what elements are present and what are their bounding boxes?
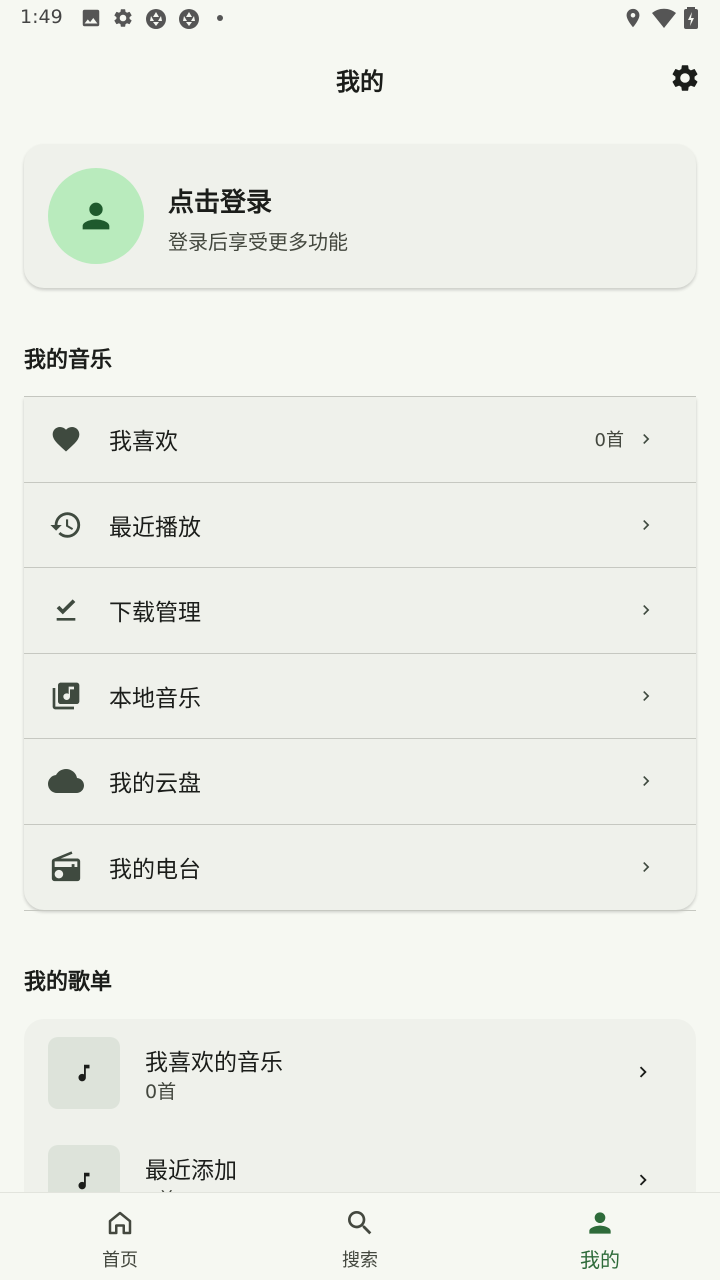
music-note-icon (78, 1064, 90, 1082)
page-title: 我的 (336, 68, 384, 96)
login-title: 点击登录 (168, 188, 273, 218)
battery-icon (684, 7, 698, 29)
home-icon (100, 1207, 140, 1239)
history-icon (48, 507, 84, 543)
status-time: 1:49 (20, 6, 63, 28)
more-notifications-dot-icon (217, 15, 223, 21)
location-icon (626, 8, 640, 28)
menu-item-recent[interactable]: 最近播放 (24, 483, 696, 568)
menu-item-downloads[interactable]: 下载管理 (24, 568, 696, 654)
my-playlists-title: 我的歌单 (24, 970, 113, 995)
playlist-count: 0首 (145, 1081, 177, 1103)
chevron-right-icon (643, 690, 650, 701)
settings-button[interactable] (668, 61, 702, 95)
image-notification-icon (82, 9, 100, 27)
menu-item-label: 我喜欢 (109, 429, 178, 456)
person-icon (580, 1207, 620, 1239)
menu-item-label: 最近播放 (109, 514, 201, 541)
menu-item-label: 我的电台 (109, 857, 201, 884)
login-card[interactable]: 点击登录 登录后享受更多功能 (24, 144, 696, 288)
menu-item-label: 我的云盘 (109, 771, 201, 798)
profile-screen: 1:49 我的 点击登录 登录后享受更多功能 我的音乐 我喜欢 0首 最近播放 … (0, 0, 720, 1280)
favorites-count: 0首 (594, 430, 624, 452)
download-done-icon (48, 592, 84, 628)
nav-label: 我的 (580, 1248, 620, 1272)
chevron-right-icon (643, 605, 650, 616)
menu-item-label: 下载管理 (109, 600, 201, 627)
heart-icon (48, 421, 84, 457)
library-music-icon (48, 678, 84, 714)
login-subtitle: 登录后享受更多功能 (168, 230, 348, 254)
search-icon (340, 1207, 380, 1239)
menu-item-local-music[interactable]: 本地音乐 (24, 654, 696, 739)
wifi-icon (652, 8, 676, 28)
nav-search[interactable]: 搜索 (240, 1193, 480, 1280)
avatar (48, 168, 144, 264)
nav-label: 搜索 (342, 1250, 378, 1271)
music-note-icon (78, 1172, 90, 1190)
chevron-right-icon (639, 1174, 647, 1186)
bottom-navigation: 首页 搜索 我的 (0, 1192, 720, 1280)
radio-icon (48, 849, 84, 885)
menu-item-cloud[interactable]: 我的云盘 (24, 739, 696, 825)
my-music-title: 我的音乐 (24, 348, 113, 373)
playlist-name: 我喜欢的音乐 (145, 1050, 283, 1076)
chevron-right-icon (639, 1066, 647, 1078)
section-divider-bottom (24, 910, 696, 911)
gear-icon (672, 65, 698, 91)
menu-item-radio[interactable]: 我的电台 (24, 825, 696, 911)
playlist-item[interactable]: 我喜欢的音乐 0首 (24, 1019, 696, 1127)
settings-notification-icon (114, 9, 132, 27)
my-music-list: 我喜欢 0首 最近播放 下载管理 本地音乐 我的云盘 我的电台 (24, 397, 696, 910)
status-bar: 1:49 (0, 0, 720, 36)
aperture-notification-icon (146, 9, 166, 29)
nav-label: 首页 (102, 1250, 138, 1271)
chevron-right-icon (643, 434, 650, 445)
chevron-right-icon (643, 776, 650, 787)
aperture-notification-icon-2 (179, 9, 199, 29)
nav-home[interactable]: 首页 (0, 1193, 240, 1280)
cloud-icon (48, 763, 84, 799)
playlist-cover (48, 1037, 120, 1109)
person-icon (82, 202, 110, 230)
nav-mine[interactable]: 我的 (480, 1193, 720, 1280)
menu-item-favorites[interactable]: 我喜欢 0首 (24, 397, 696, 483)
chevron-right-icon (643, 519, 650, 530)
chevron-right-icon (643, 862, 650, 873)
menu-item-label: 本地音乐 (109, 685, 201, 712)
playlist-name: 最近添加 (145, 1158, 237, 1184)
